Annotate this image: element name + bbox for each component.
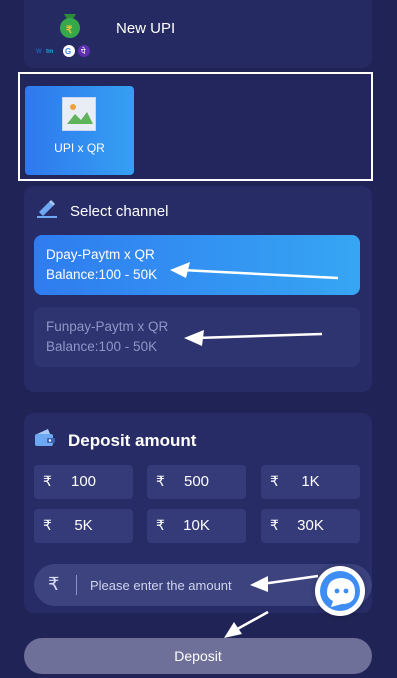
amount-preset-100[interactable]: ₹ 100 (34, 465, 133, 499)
wallet-icon (34, 428, 56, 453)
select-channel-header: Select channel (36, 200, 168, 223)
amount-preset-30k[interactable]: ₹ 30K (261, 509, 360, 543)
amount-preset-value: 30K (297, 517, 324, 534)
amount-preset-value: 5K (74, 517, 93, 534)
amount-input[interactable] (90, 564, 320, 606)
svg-text:W: W (36, 49, 42, 55)
amount-preset-5k[interactable]: ₹ 5K (34, 509, 133, 543)
new-upi-card[interactable]: ₹ W tm G पे New UPI (24, 0, 372, 68)
amount-preset-value: 10K (183, 517, 210, 534)
select-channel-panel: Select channel Dpay-Paytm x QR Balance:1… (24, 186, 372, 392)
amount-preset-value: 1K (301, 473, 320, 490)
svg-text:₹: ₹ (66, 25, 73, 36)
upi-wallet-logo-icon: ₹ W tm G पे (36, 8, 108, 60)
channel-option-dpay[interactable]: Dpay-Paytm x QR Balance:100 - 50K (34, 235, 360, 295)
input-divider (76, 575, 77, 595)
deposit-amount-title: Deposit amount (68, 430, 197, 450)
pencil-icon (36, 200, 58, 223)
deposit-button[interactable]: Deposit (24, 638, 372, 674)
chat-support-icon[interactable] (315, 566, 365, 616)
payment-method-selection: UPI x QR (18, 72, 373, 181)
rupee-icon: ₹ (48, 574, 60, 594)
upi-qr-label: UPI x QR (54, 141, 105, 155)
channel-option-name: Funpay-Paytm x QR (46, 319, 169, 334)
amount-preset-value: 100 (70, 473, 97, 490)
amount-preset-500[interactable]: ₹ 500 (147, 465, 246, 499)
svg-text:G: G (65, 47, 71, 56)
deposit-amount-header: Deposit amount (34, 428, 196, 453)
channel-option-balance: Balance:100 - 50K (46, 267, 158, 282)
channel-option-funpay[interactable]: Funpay-Paytm x QR Balance:100 - 50K (34, 307, 360, 367)
channel-option-name: Dpay-Paytm x QR (46, 247, 155, 262)
amount-preset-1k[interactable]: ₹ 1K (261, 465, 360, 499)
broken-image-icon (62, 97, 96, 131)
select-channel-title: Select channel (70, 203, 169, 220)
channel-option-balance: Balance:100 - 50K (46, 339, 158, 354)
amount-preset-value: 500 (183, 473, 210, 490)
svg-text:पे: पे (81, 46, 86, 56)
svg-text:tm: tm (46, 49, 53, 55)
new-upi-title: New UPI (116, 20, 176, 37)
upi-qr-method-tile[interactable]: UPI x QR (25, 86, 134, 175)
amount-preset-10k[interactable]: ₹ 10K (147, 509, 246, 543)
